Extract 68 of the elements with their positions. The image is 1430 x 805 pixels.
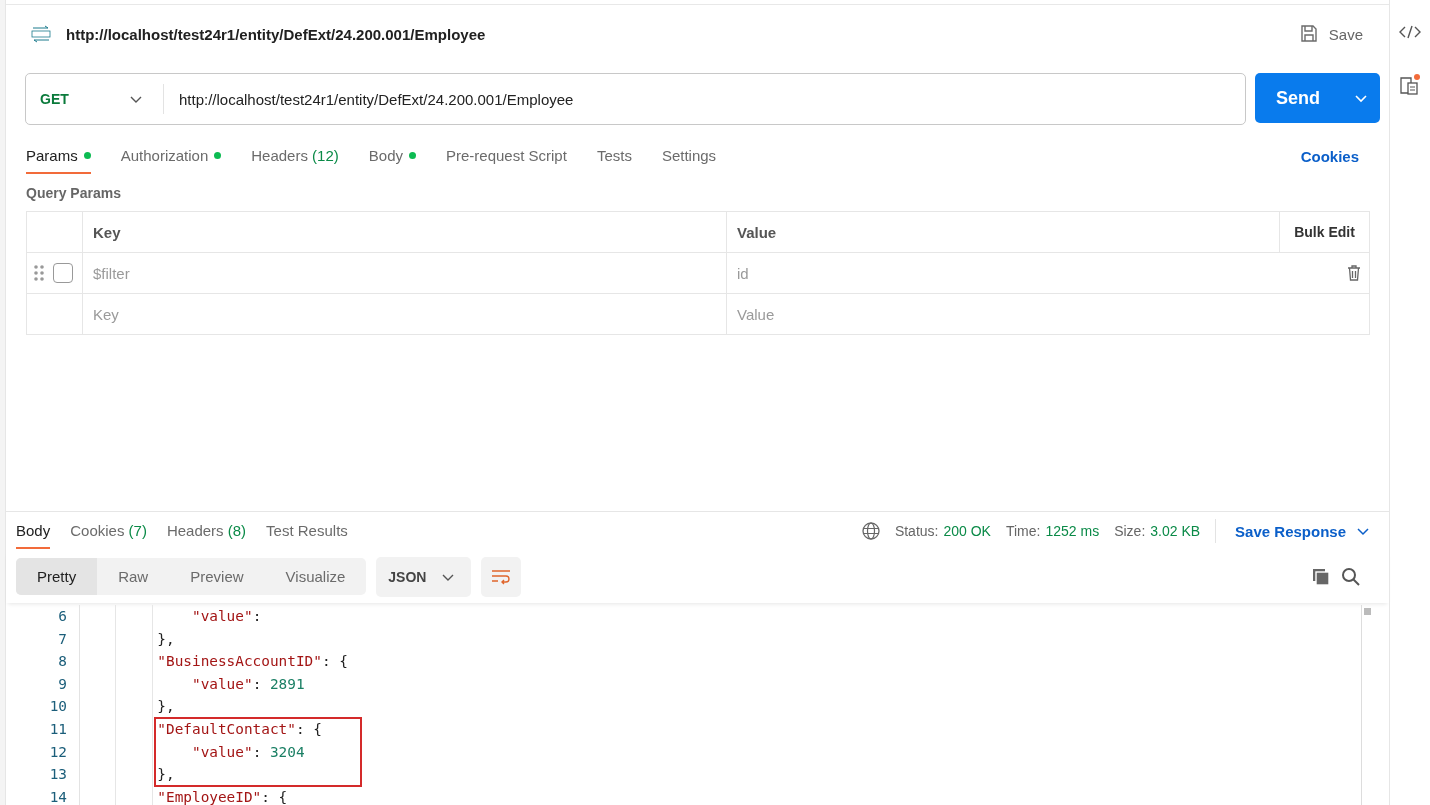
line-number: 7 [57, 629, 67, 649]
line-number: 11 [48, 719, 67, 739]
code-line: "BusinessAccountID": { [156, 653, 348, 670]
bulk-edit-button[interactable]: Bulk Edit [1288, 223, 1361, 241]
size-label: Size: [1114, 523, 1146, 539]
trash-icon[interactable] [1347, 265, 1361, 281]
key-field[interactable]: Key [83, 305, 726, 323]
request-tab[interactable]: Authorization [120, 138, 222, 174]
status-value: 200 OK [943, 523, 991, 539]
code-icon[interactable] [1399, 24, 1421, 40]
time-value: 1252 ms [1045, 523, 1100, 539]
code-line: "value": 2891 [190, 675, 305, 692]
view-mode-tab[interactable]: Visualize [264, 558, 367, 595]
wrap-lines-icon [491, 568, 512, 585]
cookies-link[interactable]: Cookies [1294, 146, 1365, 166]
drag-handle-icon[interactable] [34, 265, 44, 281]
document-icon[interactable] [1399, 74, 1421, 96]
response-tab[interactable]: Cookies (7) [70, 513, 147, 549]
code-line: }, [156, 698, 175, 715]
save-button[interactable]: Save [1292, 23, 1369, 45]
wrap-lines-button[interactable] [481, 556, 522, 597]
format-dropdown[interactable]: JSON [376, 556, 472, 597]
view-mode-tab[interactable]: Preview [169, 558, 265, 595]
globe-icon[interactable] [861, 522, 880, 540]
request-tab[interactable]: Pre-request Script [446, 138, 567, 174]
send-button[interactable]: Send [1255, 73, 1380, 123]
scrollbar-thumb[interactable] [1364, 608, 1371, 615]
response-tab[interactable]: Body [16, 513, 51, 549]
save-response-button[interactable]: Save Response [1229, 521, 1375, 541]
search-icon[interactable] [1341, 566, 1361, 587]
response-tab[interactable]: Test Results [266, 513, 348, 549]
save-icon [1298, 24, 1319, 44]
copy-icon[interactable] [1311, 566, 1331, 587]
request-tab[interactable]: Headers (12) [251, 138, 339, 174]
value-field[interactable]: id [727, 264, 1347, 282]
line-number: 8 [57, 652, 67, 672]
code-line: "DefaultContact": { [156, 720, 322, 737]
http-icon [30, 25, 52, 43]
line-number: 12 [48, 742, 67, 762]
request-tab[interactable]: Body [368, 138, 416, 174]
code-line: }, [156, 630, 175, 647]
request-tab[interactable]: Params [26, 138, 91, 174]
key-field[interactable]: $filter [83, 264, 726, 282]
request-tab[interactable]: Tests [596, 138, 632, 174]
checkbox[interactable] [53, 263, 73, 283]
value-field[interactable]: Value [727, 305, 1361, 323]
view-mode-tab[interactable]: Pretty [16, 558, 98, 595]
request-title: http://localhost/test24r1/entity/DefExt/24.200.001/Employee [66, 25, 486, 43]
code-line: "EmployeeID": { [156, 788, 288, 805]
time-label: Time: [1005, 523, 1041, 539]
line-number: 13 [48, 765, 67, 785]
code-line: "value": 3204 [190, 743, 305, 760]
request-tab[interactable]: Settings [661, 138, 717, 174]
line-number: 6 [57, 607, 67, 626]
url-field[interactable]: GET http://localhost/test24r1/entity/DefExt/24.200.001/Employee [25, 73, 1246, 125]
line-number: 10 [48, 697, 67, 717]
line-number: 9 [57, 674, 67, 694]
view-mode-tab[interactable]: Raw [97, 558, 170, 595]
line-number: 14 [48, 787, 67, 805]
section-title: Query Params [25, 185, 122, 201]
status-label: Status: [894, 523, 939, 539]
response-tab[interactable]: Headers (8) [166, 513, 247, 549]
chevron-down-icon [1357, 525, 1369, 537]
column-header: Value [736, 223, 777, 241]
column-header: Key [92, 223, 121, 241]
size-value: 3.02 KB [1150, 523, 1201, 539]
code-line: }, [156, 766, 175, 783]
code-line: "value": [190, 608, 262, 624]
